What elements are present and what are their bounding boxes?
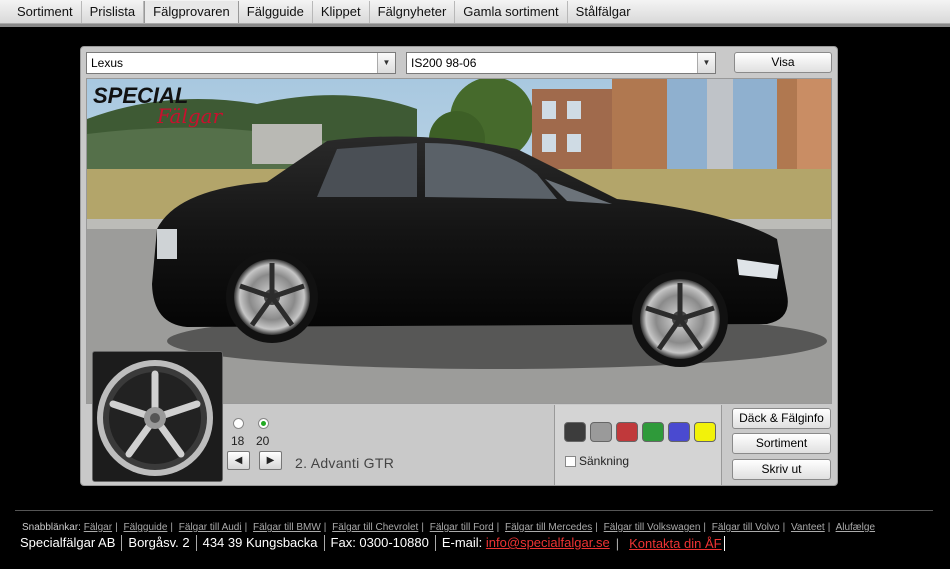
nav-item-klippet[interactable]: Klippet: [313, 0, 370, 23]
arrow-right-icon: ▶: [266, 455, 275, 466]
color-swatch-gray[interactable]: [590, 422, 612, 442]
wheel-preview-image: [92, 351, 223, 482]
quick-link[interactable]: Fälgar till Volvo: [712, 522, 780, 533]
nav-item-prislista[interactable]: Prislista: [82, 0, 145, 23]
wheel-name: 2. Advanti GTR: [295, 455, 395, 471]
fax-number: Fax: 0300-10880: [325, 535, 436, 551]
color-swatch-green[interactable]: [642, 422, 664, 442]
model-select[interactable]: IS200 98-06 ▼: [406, 52, 716, 74]
quick-links: Snabblänkar: Fälgar | Fälgguide | Fälgar t…: [22, 522, 876, 533]
color-controls: Sänkning: [554, 405, 722, 485]
nav-item-stalfalgar[interactable]: Stålfälgar: [568, 1, 639, 23]
model-select-value: IS200 98-06: [411, 56, 477, 70]
next-wheel-button[interactable]: ▶: [259, 451, 282, 470]
email-label: E-mail:: [441, 535, 483, 550]
wheel-size-controls: 18 20 ◀ ▶ 2. Advanti GTR: [227, 405, 554, 485]
quick-link[interactable]: Fälgar till Volkswagen: [604, 522, 701, 533]
color-swatch-black[interactable]: [564, 422, 586, 442]
email-block: E-mail: info@specialfalgar.se: [436, 535, 616, 551]
color-swatch-yellow[interactable]: [694, 422, 716, 442]
lowering-label: Sänkning: [579, 454, 630, 468]
nav-item-gamla-sortiment[interactable]: Gamla sortiment: [455, 0, 568, 23]
nav-item-falgprovaren[interactable]: Fälgprovaren: [144, 0, 239, 23]
quick-link[interactable]: Fälgar till Chevrolet: [332, 522, 418, 533]
chevron-down-icon[interactable]: ▼: [377, 53, 395, 73]
quick-links-label: Snabblänkar:: [22, 522, 81, 533]
quick-link[interactable]: Fälgguide: [123, 522, 167, 533]
make-select-value: Lexus: [91, 56, 124, 70]
quick-link[interactable]: Vanteet: [791, 522, 825, 533]
print-button[interactable]: Skriv ut: [732, 459, 831, 480]
nav-divider: [0, 24, 950, 27]
quick-link[interactable]: Fälgar till Audi: [179, 522, 242, 533]
action-buttons: Däck & Fälginfo Sortiment Skriv ut: [722, 405, 837, 485]
top-navigation: Sortiment Prislista Fälgprovaren Fälggui…: [0, 0, 950, 24]
quick-link[interactable]: Fälgar till BMW: [253, 522, 321, 533]
previous-wheel-button[interactable]: ◀: [227, 451, 250, 470]
color-swatch-blue[interactable]: [668, 422, 690, 442]
company-name: Specialfälgar AB: [20, 535, 123, 551]
email-link[interactable]: info@specialfalgar.se: [486, 535, 610, 550]
street-address: Borgåsv. 2: [122, 535, 197, 551]
quick-link[interactable]: Alufælge: [836, 522, 875, 533]
wheel-icon: [93, 352, 222, 481]
wheel-configurator-panel: Lexus ▼ IS200 98-06 ▼ Visa SPECIAL Fälga…: [80, 46, 838, 486]
size-radio-18[interactable]: [233, 418, 244, 429]
logo-script: Fälgar: [156, 104, 224, 128]
footer-divider: [15, 510, 933, 511]
nav-item-sortiment[interactable]: Sortiment: [9, 0, 82, 23]
show-button[interactable]: Visa: [734, 52, 832, 73]
contact-dealer-link[interactable]: Kontakta din ÅF: [619, 535, 725, 551]
contact-bar: Specialfälgar AB Borgåsv. 2 434 39 Kungs…: [20, 535, 725, 551]
quick-link[interactable]: Fälgar till Ford: [430, 522, 494, 533]
postal-address: 434 39 Kungsbacka: [197, 535, 325, 551]
nav-item-falgnyheter[interactable]: Fälgnyheter: [370, 0, 456, 23]
make-select[interactable]: Lexus ▼: [86, 52, 396, 74]
lowering-checkbox[interactable]: [565, 456, 576, 467]
chevron-down-icon[interactable]: ▼: [697, 53, 715, 73]
color-swatch-red[interactable]: [616, 422, 638, 442]
range-button[interactable]: Sortiment: [732, 433, 831, 454]
arrow-left-icon: ◀: [234, 455, 243, 466]
quick-link[interactable]: Fälgar till Mercedes: [505, 522, 592, 533]
nav-item-falgguide[interactable]: Fälgguide: [239, 0, 313, 23]
quick-link[interactable]: Fälgar: [84, 522, 112, 533]
size-label-20: 20: [256, 434, 270, 448]
tire-info-button[interactable]: Däck & Fälginfo: [732, 408, 831, 429]
size-label-18: 18: [231, 434, 245, 448]
size-radio-20[interactable]: [258, 418, 269, 429]
